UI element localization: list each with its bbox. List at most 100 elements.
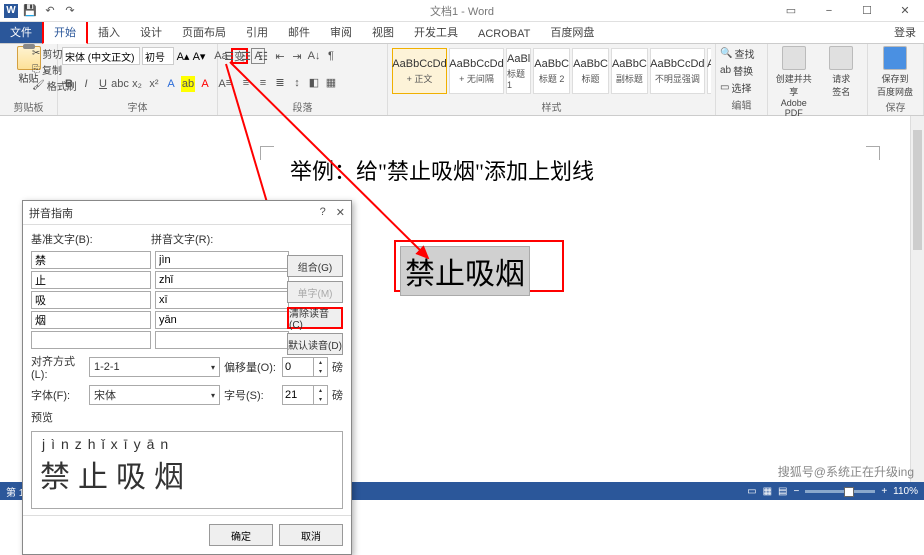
- default-reading-button[interactable]: 默认读音(D): [287, 333, 343, 355]
- dialog-titlebar[interactable]: 拼音指南 ? ✕: [23, 201, 351, 225]
- redo-qat[interactable]: ↷: [62, 3, 78, 19]
- shading-button[interactable]: ◧: [307, 75, 321, 91]
- shrink-font-button[interactable]: A▾: [192, 48, 206, 64]
- superscript-button[interactable]: x²: [147, 76, 161, 92]
- undo-qat[interactable]: ↶: [42, 3, 58, 19]
- editing-group: 🔍查找 ab替换 ▭选择 编辑: [716, 44, 768, 115]
- base-text-input[interactable]: [31, 271, 151, 289]
- align-select[interactable]: 1-2-1▾: [89, 357, 220, 377]
- combine-button[interactable]: 组合(G): [287, 255, 343, 277]
- close-icon[interactable]: ✕: [890, 1, 920, 21]
- request-sign-button[interactable]: 请求 签名: [820, 46, 864, 118]
- login-link[interactable]: 登录: [886, 21, 924, 43]
- subscript-button[interactable]: x₂: [130, 76, 144, 92]
- preview-hanzi: 禁止吸烟: [36, 452, 338, 496]
- font-select[interactable]: 宋体▾: [89, 385, 220, 405]
- dialog-close-icon[interactable]: ✕: [336, 206, 345, 219]
- ruby-text-input[interactable]: [155, 251, 289, 269]
- tab-design[interactable]: 设计: [130, 21, 172, 43]
- justify-button[interactable]: ≣: [273, 75, 287, 91]
- base-text-input[interactable]: [31, 311, 151, 329]
- ruby-text-input[interactable]: [155, 311, 289, 329]
- tab-mailings[interactable]: 邮件: [278, 21, 320, 43]
- ruby-text-input[interactable]: [155, 331, 289, 349]
- document-text[interactable]: 举例：给"禁止吸烟"添加上划线: [290, 154, 594, 186]
- tab-file[interactable]: 文件: [0, 21, 42, 43]
- style-item[interactable]: AaBbC标题 2: [533, 48, 570, 94]
- underline-button[interactable]: U: [96, 76, 110, 92]
- replace-button[interactable]: ab替换: [720, 63, 763, 78]
- tab-baidu[interactable]: 百度网盘: [540, 21, 604, 43]
- minimize-icon[interactable]: −: [814, 1, 844, 21]
- style-item[interactable]: AaBbC标题: [572, 48, 609, 94]
- line-spacing-button[interactable]: ↕: [290, 75, 304, 91]
- tab-acrobat[interactable]: ACROBAT: [468, 25, 540, 43]
- find-button[interactable]: 🔍查找: [720, 46, 763, 61]
- ruby-text-input[interactable]: [155, 271, 289, 289]
- ok-button[interactable]: 确定: [209, 524, 273, 546]
- dialog-help-icon[interactable]: ?: [320, 206, 326, 219]
- zoom-in-button[interactable]: +: [881, 486, 887, 497]
- zoom-level[interactable]: 110%: [893, 486, 918, 497]
- sort-button[interactable]: A↓: [307, 48, 321, 64]
- style-item[interactable]: AaBbC副标题: [611, 48, 648, 94]
- margin-corner: [866, 146, 880, 160]
- styles-gallery[interactable]: AaBbCcDd+ 正文AaBbCcDd+ 无间隔AaBl标题 1AaBbC标题…: [392, 46, 711, 96]
- style-item[interactable]: AaBbCcDd+ 无间隔: [449, 48, 504, 94]
- highlight-button[interactable]: ab: [181, 76, 195, 92]
- borders-button[interactable]: ▦: [324, 75, 338, 91]
- italic-button[interactable]: I: [79, 76, 93, 92]
- tab-view[interactable]: 视图: [362, 21, 404, 43]
- select-button[interactable]: ▭选择: [720, 80, 763, 95]
- dec-indent-button[interactable]: ⇤: [273, 48, 287, 64]
- font-color-button[interactable]: A: [198, 76, 212, 92]
- vertical-scrollbar[interactable]: [910, 116, 924, 482]
- maximize-icon[interactable]: ☐: [852, 1, 882, 21]
- tab-references[interactable]: 引用: [236, 21, 278, 43]
- print-layout-icon[interactable]: ▦: [763, 486, 772, 497]
- save-qat[interactable]: 💾: [22, 3, 38, 19]
- tab-insert[interactable]: 插入: [88, 21, 130, 43]
- bullets-button[interactable]: ☰: [222, 48, 236, 64]
- numbering-button[interactable]: ☲: [239, 48, 253, 64]
- zoom-slider[interactable]: [805, 490, 875, 493]
- align-center-button[interactable]: ≡: [239, 75, 253, 91]
- scroll-thumb[interactable]: [913, 130, 922, 250]
- align-left-button[interactable]: ≡: [222, 75, 236, 91]
- save-baidu-button[interactable]: 保存到 百度网盘: [872, 46, 918, 98]
- font-name-select[interactable]: 宋体 (中文正文): [62, 47, 140, 65]
- tab-developer[interactable]: 开发工具: [404, 21, 468, 43]
- style-item[interactable]: AaBbCcDd+ 正文: [392, 48, 447, 94]
- base-text-input[interactable]: [31, 331, 151, 349]
- style-item[interactable]: AaBl标题 1: [506, 48, 531, 94]
- tab-layout[interactable]: 页面布局: [172, 21, 236, 43]
- base-text-input[interactable]: [31, 291, 151, 309]
- font-size-select[interactable]: 初号: [142, 47, 174, 65]
- selected-text[interactable]: 禁止吸烟: [400, 246, 530, 296]
- styles-group: AaBbCcDd+ 正文AaBbCcDd+ 无间隔AaBl标题 1AaBbC标题…: [388, 44, 716, 115]
- offset-stepper[interactable]: ▴▾: [282, 357, 328, 377]
- tab-home[interactable]: 开始: [42, 19, 88, 44]
- strike-button[interactable]: abc: [113, 76, 127, 92]
- bold-button[interactable]: B: [62, 76, 76, 92]
- multilevel-button[interactable]: ☷: [256, 48, 270, 64]
- text-effects-button[interactable]: A: [164, 76, 178, 92]
- ribbon-opts-icon[interactable]: ▭: [776, 1, 806, 21]
- tab-review[interactable]: 审阅: [320, 21, 362, 43]
- size-stepper[interactable]: ▴▾: [282, 385, 328, 405]
- clear-reading-button[interactable]: 清除读音(C): [287, 307, 343, 329]
- grow-font-button[interactable]: A▴: [176, 48, 190, 64]
- style-item[interactable]: AaBbCcDd强调: [707, 48, 711, 94]
- show-marks-button[interactable]: ¶: [324, 48, 338, 64]
- ruby-text-input[interactable]: [155, 291, 289, 309]
- base-text-input[interactable]: [31, 251, 151, 269]
- cancel-button[interactable]: 取消: [279, 524, 343, 546]
- create-pdf-button[interactable]: 创建并共享 Adobe PDF: [772, 46, 816, 118]
- inc-indent-button[interactable]: ⇥: [290, 48, 304, 64]
- preview-label: 预览: [31, 409, 343, 425]
- zoom-out-button[interactable]: −: [793, 486, 799, 497]
- style-item[interactable]: AaBbCcDd不明显强调: [650, 48, 705, 94]
- align-right-button[interactable]: ≡: [256, 75, 270, 91]
- web-layout-icon[interactable]: ▤: [778, 486, 787, 497]
- read-mode-icon[interactable]: ▭: [747, 486, 756, 497]
